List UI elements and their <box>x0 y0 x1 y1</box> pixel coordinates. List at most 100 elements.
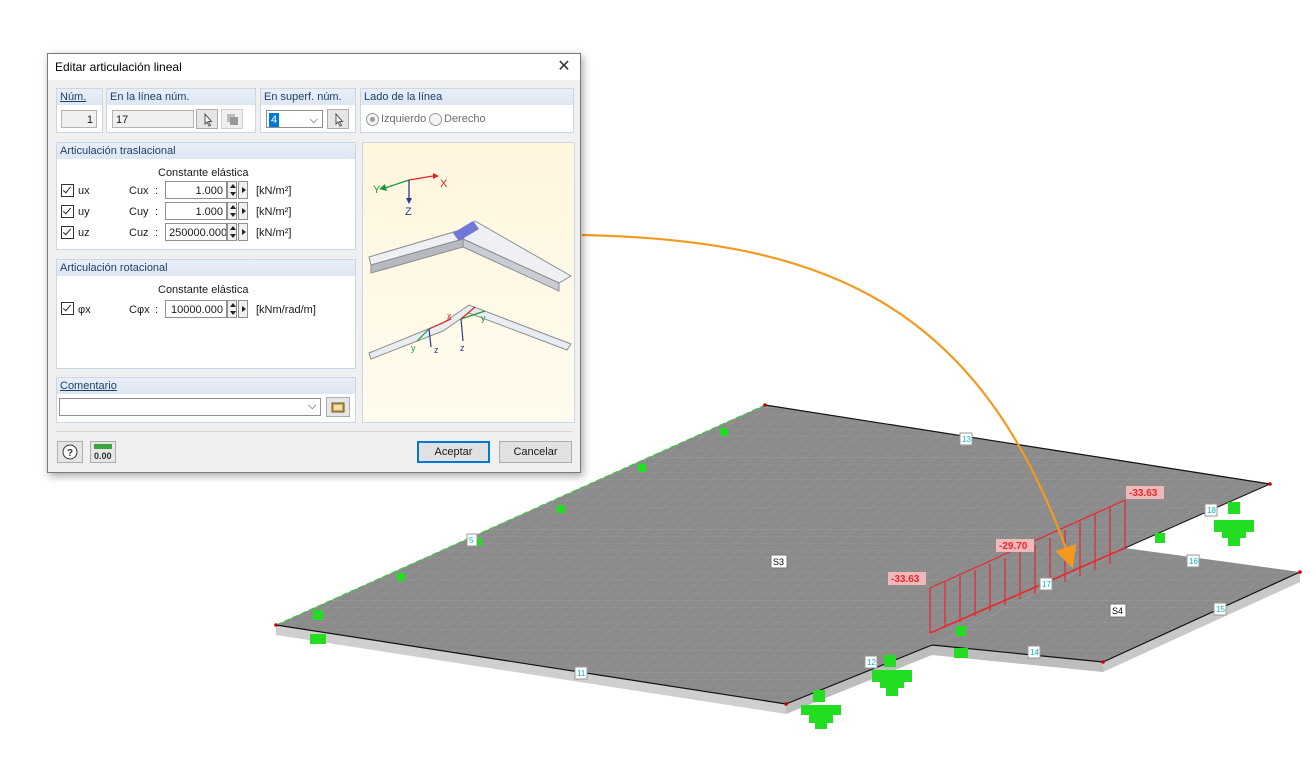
cursor-icon <box>204 112 213 127</box>
chevron-down-icon: ⌵ <box>309 114 318 126</box>
surface-select[interactable]: 4 ⌵ <box>266 110 323 128</box>
surface-label: S4 <box>1112 606 1123 616</box>
surface-value: 4 <box>269 113 280 127</box>
cuy-spinner[interactable] <box>227 202 237 220</box>
pick-surface-button[interactable] <box>327 109 349 129</box>
colon: : <box>155 304 159 316</box>
cuz-menu-button[interactable] <box>238 223 248 241</box>
units-icon: 0.00 <box>94 444 112 461</box>
value-label: -29.70 <box>999 541 1028 552</box>
value-label: -33.63 <box>1129 488 1158 499</box>
svg-text:?: ? <box>67 448 73 459</box>
cuz-spinner[interactable] <box>227 223 237 241</box>
cuy-unit: [kN/m²] <box>256 206 292 218</box>
line-label: 17 <box>1042 580 1051 589</box>
local-x-label: x <box>447 311 452 321</box>
uy-checkbox[interactable] <box>61 205 74 218</box>
cux-spinner[interactable] <box>227 181 237 199</box>
translational-group: Articulación traslacional Constante elás… <box>56 142 356 250</box>
uz-checkbox[interactable] <box>61 226 74 239</box>
local-y-label: y <box>411 343 416 353</box>
cancel-button[interactable]: Cancelar <box>499 441 572 463</box>
local-y-label: y <box>481 313 486 323</box>
local-z-label: z <box>434 345 439 355</box>
rotational-title: Articulación rotacional <box>57 260 355 276</box>
ux-label: ux <box>78 185 90 197</box>
surface-label: En superf. núm. <box>261 89 355 105</box>
select-line-button <box>221 109 243 129</box>
line-label: 12 <box>867 658 876 667</box>
line-label: 13 <box>962 435 971 444</box>
radio-left-label: Izquierdo <box>381 113 427 125</box>
line-label: 5 <box>469 536 474 545</box>
uy-label: uy <box>78 206 90 218</box>
help-icon: ? <box>62 444 78 460</box>
num-group: Núm. 1 <box>56 88 103 133</box>
comment-library-button[interactable] <box>326 397 350 417</box>
ux-checkbox[interactable] <box>61 184 74 197</box>
help-button[interactable]: ? <box>57 441 83 463</box>
line-label: 14 <box>1030 648 1039 657</box>
cursor-icon <box>335 112 344 127</box>
value-label: -33.63 <box>891 574 920 585</box>
uz-label: uz <box>78 227 90 239</box>
rotational-group: Articulación rotacional Constante elásti… <box>56 259 356 369</box>
pick-line-button[interactable] <box>196 109 218 129</box>
radio-left[interactable] <box>366 113 379 126</box>
surface-group: En superf. núm. 4 ⌵ <box>260 88 356 133</box>
radio-right-label: Derecho <box>444 113 486 125</box>
hinge-illustration: X Y Z y x z y z <box>362 142 575 423</box>
axis-x-label: X <box>440 178 448 190</box>
radio-right[interactable] <box>429 113 442 126</box>
colon: : <box>155 206 159 218</box>
surface-label: S3 <box>773 557 784 567</box>
cux-input[interactable]: 1.000 <box>165 181 227 199</box>
comment-group: Comentario ⌵ <box>56 377 356 423</box>
line-label: En la línea núm. <box>107 89 255 105</box>
line-group: En la línea núm. 17 <box>106 88 256 133</box>
edit-line-hinge-dialog: Editar articulación lineal ✕ Núm. 1 En l… <box>47 53 581 473</box>
line-label: 16 <box>1189 557 1198 566</box>
local-z-label: z <box>460 343 465 353</box>
spring-header: Constante elástica <box>158 284 249 296</box>
side-label: Lado de la línea <box>361 89 573 105</box>
phix-checkbox[interactable] <box>61 302 74 315</box>
cuz-label: Cuz <box>129 227 149 239</box>
cuy-menu-button[interactable] <box>238 202 248 220</box>
list-icon <box>227 114 238 125</box>
dialog-titlebar: Editar articulación lineal ✕ <box>48 54 580 80</box>
num-field: 1 <box>61 110 97 128</box>
separator <box>56 431 572 432</box>
line-label: 11 <box>577 669 586 678</box>
units-icon-text: 0.00 <box>94 451 112 461</box>
spring-header: Constante elástica <box>158 167 249 179</box>
num-label: Núm. <box>57 89 102 105</box>
chevron-down-icon: ⌵ <box>308 400 317 412</box>
cuy-input[interactable]: 1.000 <box>165 202 227 220</box>
comment-label: Comentario <box>57 378 355 394</box>
cux-unit: [kN/m²] <box>256 185 292 197</box>
cuy-label: Cuy <box>129 206 149 218</box>
dialog-title: Editar articulación lineal <box>55 60 182 74</box>
cphix-spinner[interactable] <box>227 300 237 318</box>
cphix-unit: [kNm/rad/m] <box>256 304 316 316</box>
cphix-input[interactable]: 10000.000 <box>165 300 227 318</box>
axis-z-label: Z <box>405 206 412 218</box>
cphix-menu-button[interactable] <box>238 300 248 318</box>
axis-y-label: Y <box>373 184 381 196</box>
close-icon[interactable]: ✕ <box>554 57 574 77</box>
ok-button[interactable]: Aceptar <box>417 441 490 463</box>
line-label: 18 <box>1207 506 1216 515</box>
units-button[interactable]: 0.00 <box>90 441 116 463</box>
translational-title: Articulación traslacional <box>57 143 355 159</box>
cux-label: Cux <box>129 185 149 197</box>
line-field: 17 <box>112 110 194 128</box>
colon: : <box>155 185 159 197</box>
cuz-input[interactable]: 250000.000 <box>165 223 227 241</box>
comment-input[interactable] <box>59 398 321 416</box>
side-group: Lado de la línea Izquierdo Derecho <box>360 88 574 133</box>
folder-icon <box>331 402 345 413</box>
phix-label: φx <box>78 304 91 316</box>
cux-menu-button[interactable] <box>238 181 248 199</box>
cphix-label: Cφx <box>129 304 150 316</box>
